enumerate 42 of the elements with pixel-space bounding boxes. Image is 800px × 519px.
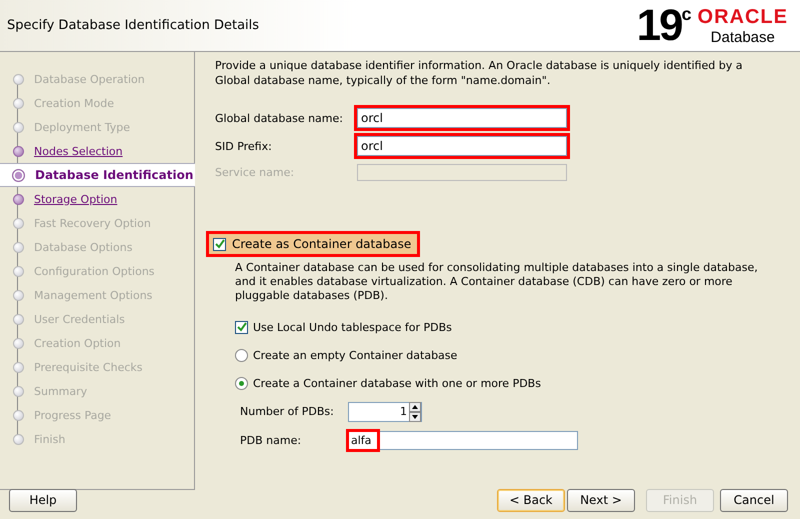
step-label: Database Options (34, 240, 132, 254)
field-label: Service name: (215, 166, 296, 179)
step-label: Configuration Options (34, 264, 155, 278)
step-label: Creation Mode (34, 96, 114, 110)
text-field[interactable]: orcl (357, 136, 567, 156)
checkbox-icon (235, 320, 248, 334)
container-checkbox[interactable]: Create as Container database (209, 234, 418, 254)
step-link[interactable]: Nodes Selection (34, 144, 123, 158)
brand-logo: ORACLE (698, 6, 788, 26)
page-title: Specify Database Identification Details (7, 18, 260, 33)
step-label: Fast Recovery Option (34, 216, 151, 230)
local-undo-checkbox[interactable]: Use Local Undo tablespace for PDBs (235, 320, 452, 334)
product-name: Database (710, 30, 775, 44)
version-logo: 19$^{c}$ (636, 4, 692, 48)
step-label: Database Operation (34, 72, 145, 86)
dialog-button[interactable]: < Back (497, 488, 565, 512)
step-label: Creation Option (34, 336, 121, 350)
step-link[interactable]: Storage Option (34, 192, 118, 206)
intro-text: Provide a unique database identifier information. An Oracle database is uniquely identified by a Global database name, typically of the form "name.domain". (215, 58, 744, 88)
step-label: User Credentials (34, 312, 125, 326)
step-label: Database Identification (35, 168, 194, 182)
dialog-button[interactable]: Next > (567, 488, 635, 512)
text-field[interactable]: orcl (357, 108, 567, 128)
step-label: Progress Page (34, 408, 112, 422)
step-label: Management Options (34, 288, 152, 302)
checkbox-icon (213, 238, 226, 250)
radio-option[interactable]: Create a Container database with one or more PDBs (235, 376, 541, 390)
step-label: Summary (34, 384, 88, 398)
dialog-button[interactable]: Cancel (720, 488, 788, 512)
radio-option[interactable]: Create an empty Container database (235, 348, 458, 362)
step-label: Finish (34, 432, 66, 446)
step-label: Deployment Type (34, 120, 130, 134)
field-label: SID Prefix: (215, 140, 273, 152)
container-description: A Container database can be used for consolidating multiple databases into a single database, and it enables database virtualization. A Container database (CDB) can have zero or more pluggable databases (PDB). (235, 261, 759, 303)
pdb-name-field[interactable]: alfa (348, 431, 578, 450)
step-label: Prerequisite Checks (34, 360, 142, 374)
dialog-button[interactable]: Help (9, 488, 77, 512)
number-spinner[interactable]: 1 (348, 402, 422, 422)
field-label: Number of PDBs: (240, 405, 335, 418)
field-label: PDB name: (240, 434, 302, 447)
spinner-arrows-icon (409, 402, 421, 422)
field-label: Global database name: (215, 112, 344, 124)
